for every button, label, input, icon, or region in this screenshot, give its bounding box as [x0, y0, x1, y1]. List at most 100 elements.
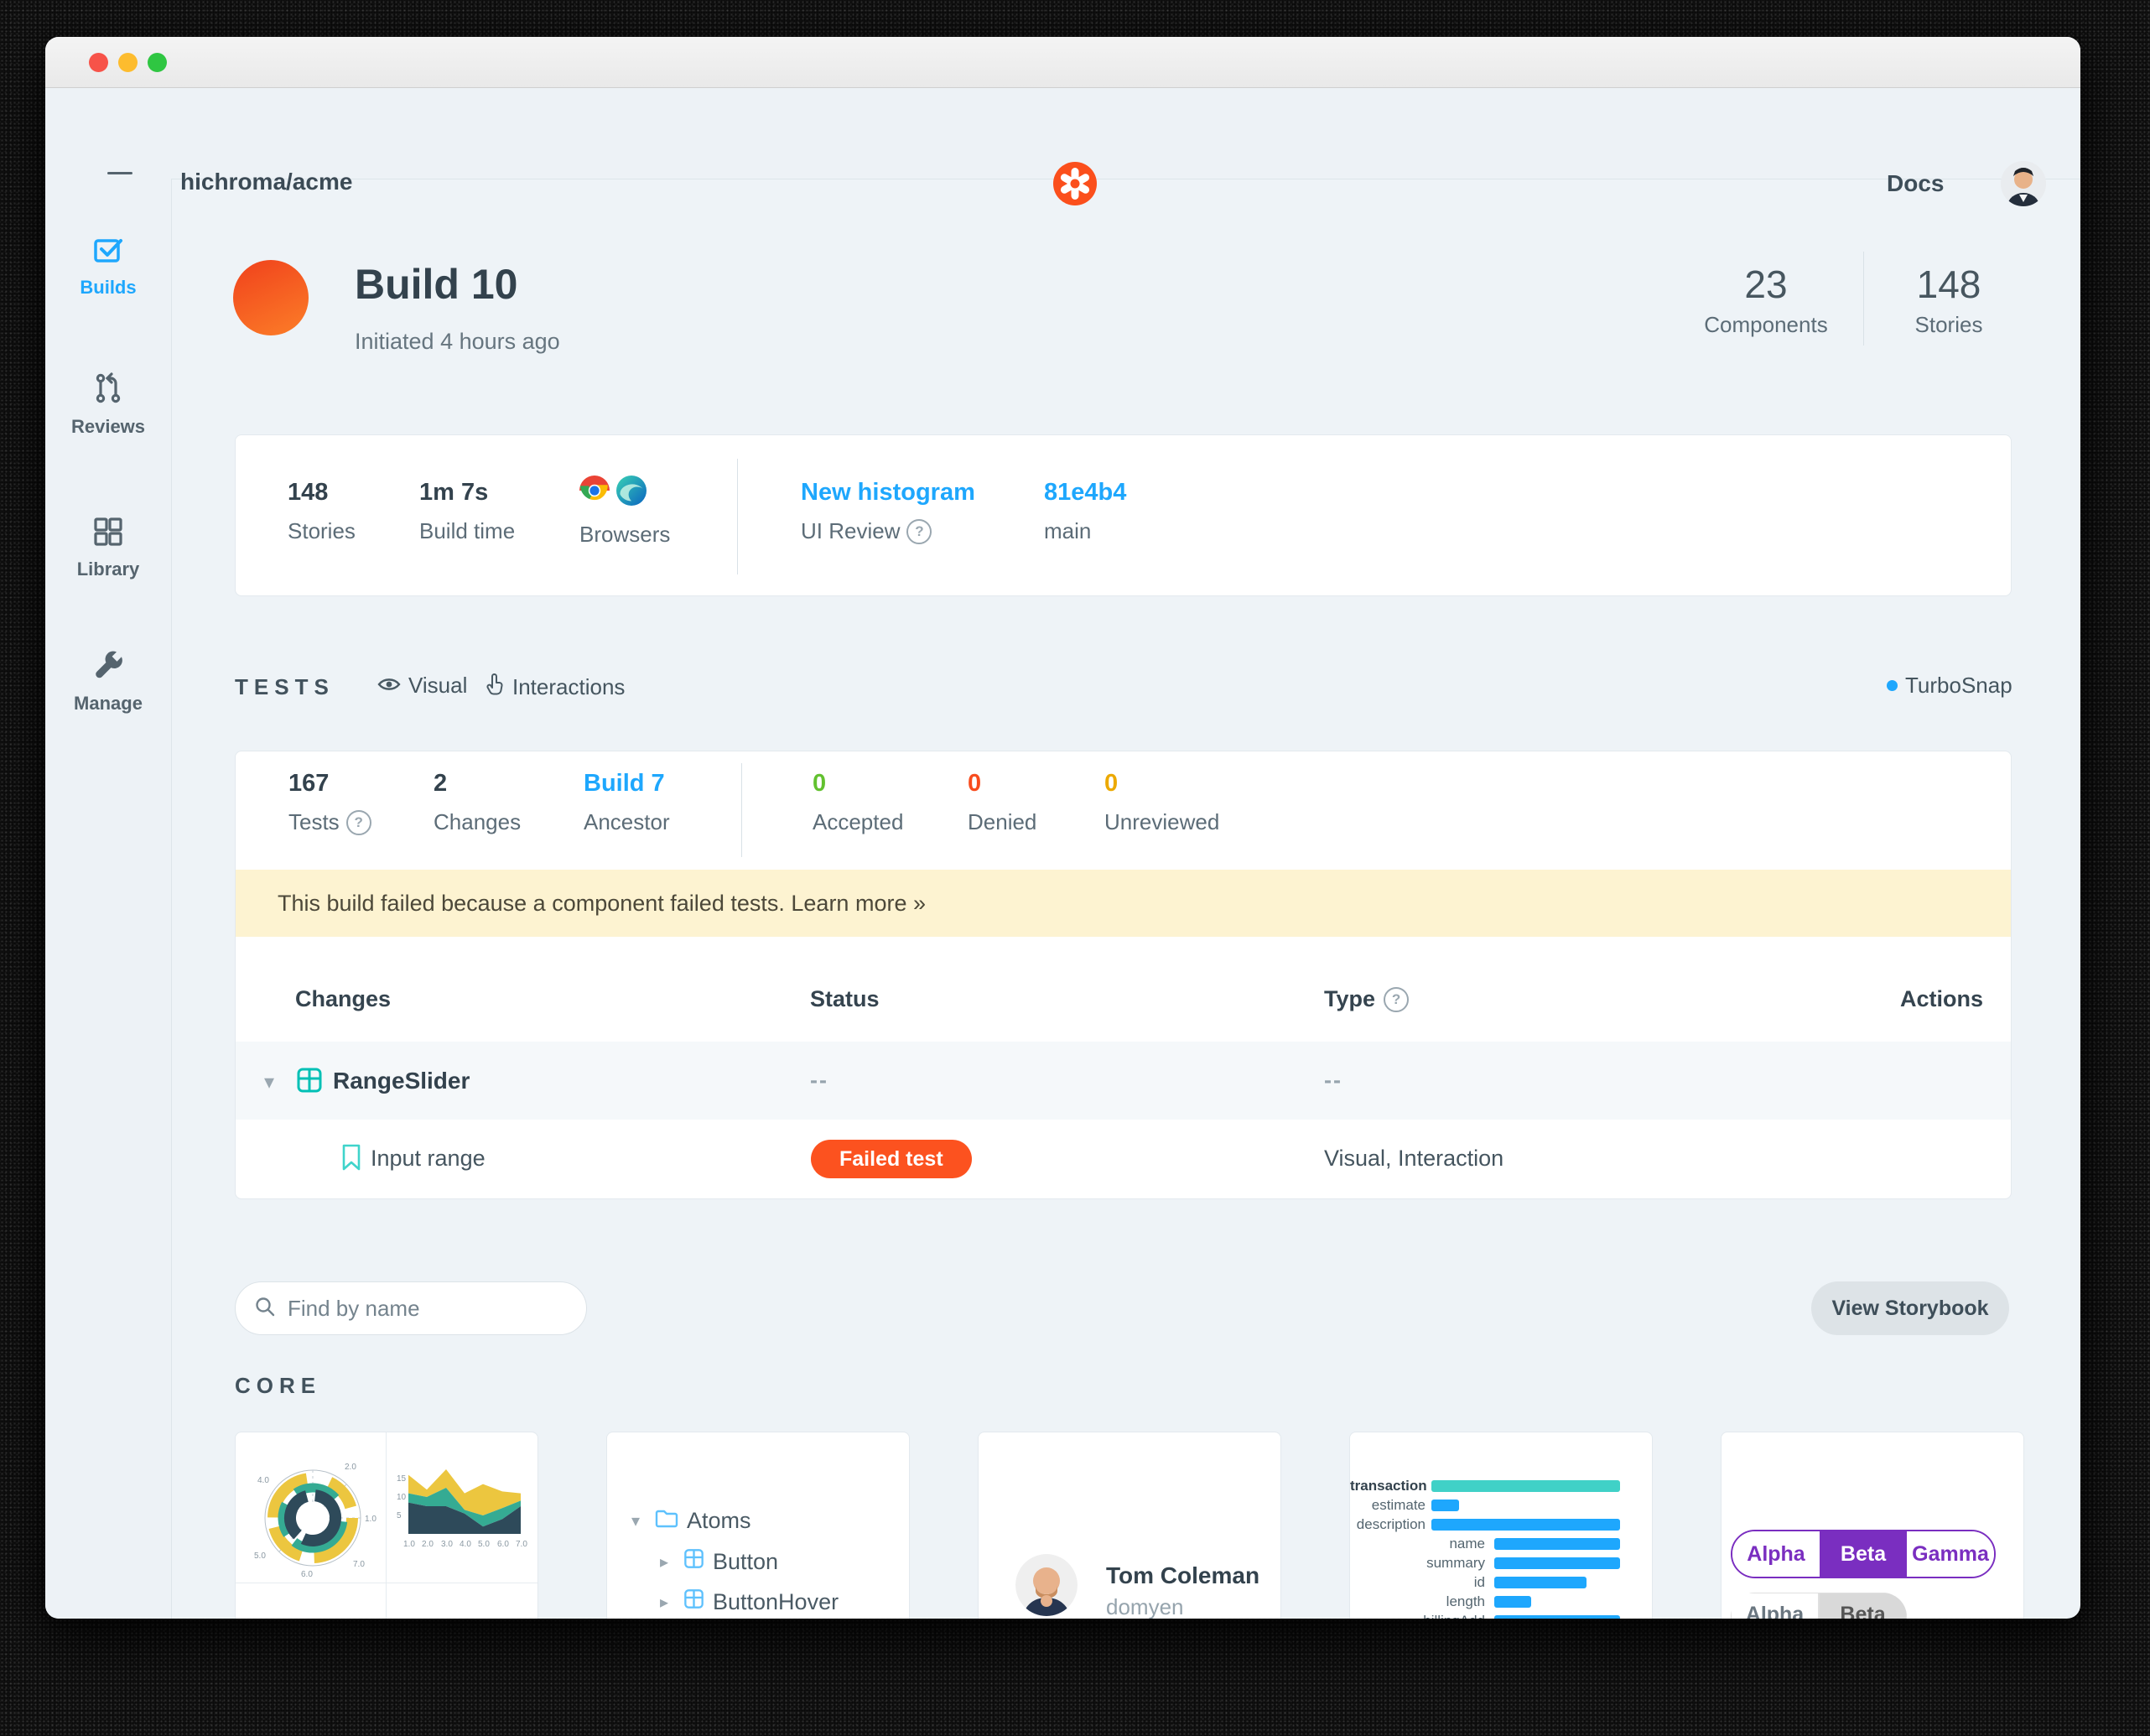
tests-help-icon[interactable]: ? [345, 809, 371, 835]
svg-text:2.0: 2.0 [422, 1540, 434, 1549]
beta-button[interactable]: Beta [1820, 1531, 1907, 1577]
summary-stories: 148 Stories [288, 479, 356, 543]
sidebar-item-library[interactable]: Library [45, 516, 171, 580]
bookmark-icon [340, 1143, 362, 1176]
table-row-component[interactable]: ▾ RangeSlider -- -- [236, 1042, 2011, 1120]
build-subtitle: Initiated 4 hours ago [355, 329, 560, 354]
tree-item-folder[interactable]: ▾ Atoms [631, 1508, 751, 1534]
tree-item-component[interactable]: ▸ Button [660, 1548, 778, 1575]
build-status-circle [233, 260, 309, 335]
story-card-tree[interactable]: ▾ Atoms ▸ Button ▸ ButtonHover [606, 1432, 910, 1619]
edge-browser-icon [616, 476, 647, 510]
ancestor-build-link[interactable]: Build 7 [584, 770, 670, 798]
caret-right-icon[interactable]: ▸ [660, 1592, 675, 1613]
view-storybook-button[interactable]: View Storybook [1811, 1281, 2009, 1335]
minimize-window-button[interactable] [118, 53, 138, 72]
svg-text:5.0: 5.0 [254, 1551, 266, 1561]
eye-icon [377, 673, 401, 699]
sidebar-item-label: Library [76, 559, 140, 580]
svg-text:1.0: 1.0 [365, 1515, 377, 1524]
summary-build-time: 1m 7s Build time [419, 479, 516, 543]
summary-ui-review: New histogram UI Review ? [801, 479, 975, 544]
search-icon [254, 1296, 276, 1322]
close-window-button[interactable] [89, 53, 108, 72]
manage-icon [91, 651, 125, 685]
user-avatar[interactable] [2001, 161, 2046, 206]
svg-text:6.0: 6.0 [497, 1540, 509, 1549]
components-count-block: 23 Components [1704, 262, 1828, 337]
build-failed-banner: This build failed because a component fa… [236, 870, 2011, 937]
svg-text:2.0: 2.0 [345, 1463, 356, 1472]
turbosnap-indicator[interactable]: TurboSnap [1887, 673, 2012, 699]
column-header-changes: Changes [295, 986, 392, 1011]
app-window: hichroma/acme Docs Builds Reviews Librar… [45, 37, 2080, 1619]
caret-down-icon[interactable]: ▾ [631, 1510, 647, 1531]
stat-changes: 2 Changes [434, 770, 522, 834]
zoom-window-button[interactable] [148, 53, 167, 72]
stories-count-block: 148 Stories [1914, 262, 1983, 337]
visual-tests-toggle[interactable]: Visual [377, 673, 467, 699]
summary-browsers: Browsers [579, 476, 670, 548]
tests-card: 167 Tests ? 2 Changes Build 7 Ancestor 0… [235, 751, 2012, 1199]
learn-more-link[interactable]: Learn more » [791, 891, 926, 916]
table-row-story[interactable]: Input range Failed test Visual, Interact… [236, 1120, 2011, 1199]
tree-item-component[interactable]: ▸ ButtonHover [660, 1588, 839, 1615]
chrome-browser-icon [579, 476, 610, 510]
area-chart-thumbnail: 15 10 5 1.0 2.0 3.0 4.0 5.0 6.0 7.0 [395, 1466, 532, 1562]
polar-chart-thumbnail: 1.0 2.0 4.0 5.0 6.0 7.0 [242, 1441, 380, 1583]
alpha-button[interactable]: Alpha [1732, 1531, 1820, 1577]
profile-handle: domyen [1106, 1594, 1184, 1619]
library-icon [92, 517, 124, 551]
gamma-button[interactable]: Gamma [1907, 1531, 1994, 1577]
sidebar-item-builds[interactable]: Builds [45, 234, 171, 299]
window-titlebar [45, 37, 2080, 88]
project-breadcrumb[interactable]: hichroma/acme [180, 169, 352, 195]
story-card-buttons[interactable]: Alpha Beta Gamma Alpha Beta [1721, 1432, 2024, 1619]
failed-test-badge[interactable]: Failed test [811, 1140, 972, 1178]
ui-review-link[interactable]: New histogram [801, 479, 975, 507]
column-header-type: Type ? [1324, 986, 1410, 1012]
search-box [235, 1281, 587, 1335]
sidebar-item-reviews[interactable]: Reviews [45, 372, 171, 438]
beta-button[interactable]: Beta [1819, 1593, 1907, 1619]
sidebar: Builds Reviews Library Manage [45, 179, 172, 1619]
stat-denied: 0 Denied [968, 770, 1037, 834]
svg-text:5: 5 [397, 1511, 402, 1520]
chevron-down-icon[interactable]: ▾ [264, 1070, 279, 1094]
build-title: Build 10 [355, 261, 518, 308]
sidebar-item-label: Builds [80, 277, 137, 298]
segmented-button-group-gray: Alpha Beta [1731, 1593, 1907, 1619]
type-help-icon[interactable]: ? [1384, 986, 1410, 1012]
svg-text:3.0: 3.0 [441, 1540, 453, 1549]
header-divider [1863, 252, 1864, 346]
summary-commit: 81e4b4 main [1044, 479, 1126, 544]
docs-link[interactable]: Docs [1887, 170, 1944, 197]
ui-review-help-icon[interactable]: ? [906, 518, 932, 544]
svg-text:10: 10 [397, 1493, 407, 1502]
sidebar-item-label: Reviews [70, 416, 146, 437]
svg-text:4.0: 4.0 [460, 1540, 471, 1549]
core-section-heading: CORE [235, 1373, 322, 1398]
story-card-argbars[interactable]: transaction estimate description name su… [1349, 1432, 1653, 1619]
svg-text:4.0: 4.0 [257, 1476, 269, 1485]
story-card-user[interactable]: Tom Coleman domyen [978, 1432, 1281, 1619]
reviews-icon [91, 372, 125, 408]
column-header-status: Status [810, 986, 880, 1011]
commit-link[interactable]: 81e4b4 [1044, 479, 1126, 507]
svg-text:7.0: 7.0 [516, 1540, 527, 1549]
svg-text:6.0: 6.0 [301, 1570, 313, 1578]
interaction-tests-toggle[interactable]: Interactions [485, 673, 625, 702]
caret-right-icon[interactable]: ▸ [660, 1551, 675, 1572]
pointer-hand-icon [485, 673, 505, 702]
svg-text:1.0: 1.0 [403, 1540, 415, 1549]
search-input[interactable] [286, 1294, 558, 1323]
component-grid-icon [683, 1588, 704, 1615]
chromatic-logo-icon[interactable] [1053, 162, 1097, 205]
story-card-charts[interactable]: 1.0 2.0 4.0 5.0 6.0 7.0 15 10 5 1.0 2.0 … [235, 1432, 538, 1619]
sidebar-item-manage[interactable]: Manage [45, 648, 171, 715]
tests-heading: TESTS [235, 674, 335, 699]
summary-divider [737, 459, 738, 574]
profile-name: Tom Coleman [1106, 1562, 1260, 1588]
alpha-button[interactable]: Alpha [1731, 1593, 1819, 1619]
sidebar-item-label: Manage [74, 693, 143, 714]
